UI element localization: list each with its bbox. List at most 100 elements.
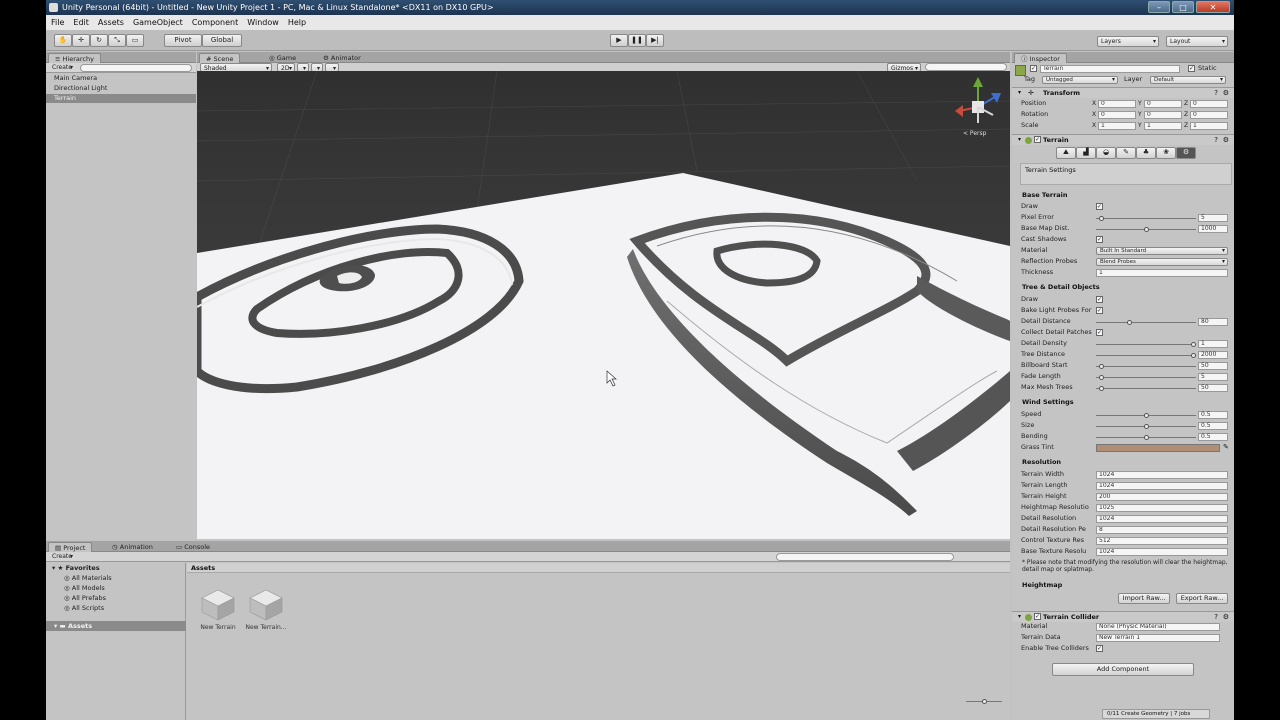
static-checkbox[interactable]: ✓ [1188, 65, 1195, 72]
favorites-header[interactable]: ▾ ★ Favorites [52, 563, 100, 573]
rect-tool-icon[interactable]: ▭ [126, 34, 144, 47]
asset-new-terrain[interactable]: New Terrain [196, 586, 240, 631]
position-x-field[interactable]: 0 [1098, 100, 1136, 108]
draw-checkbox[interactable]: ✓ [1096, 203, 1103, 210]
bending-value-field[interactable]: 0.5 [1198, 433, 1228, 441]
layers-dropdown[interactable]: Layers [1097, 36, 1159, 47]
detail-density-slider-knob[interactable] [1191, 342, 1196, 347]
rotation-x-field[interactable]: 0 [1098, 111, 1136, 119]
place-trees-tool-icon[interactable]: ♣ [1136, 147, 1156, 159]
size-slider[interactable] [1096, 424, 1196, 429]
import-raw-button[interactable]: Import Raw... [1118, 593, 1170, 604]
max-mesh-trees-slider-knob[interactable] [1099, 386, 1104, 391]
enable-tree-colliders-checkbox[interactable]: ✓ [1096, 645, 1103, 652]
tab-animation[interactable]: ◷ Animation [106, 542, 159, 552]
thickness-field[interactable]: 1 [1096, 269, 1228, 277]
tab-game[interactable]: ◎ Game [263, 53, 302, 63]
grass-tint-eyedropper-icon[interactable]: ✎ [1223, 443, 1229, 451]
pixel-error-slider-knob[interactable] [1099, 216, 1104, 221]
control-texture-res-field[interactable]: 512 [1096, 537, 1228, 545]
billboard-start-slider[interactable] [1096, 364, 1196, 369]
rotation-z-field[interactable]: 0 [1190, 111, 1228, 119]
global-toggle[interactable]: Global [202, 34, 242, 47]
cast-shadows-checkbox[interactable]: ✓ [1096, 236, 1103, 243]
base-map-dist-value-field[interactable]: 1000 [1198, 225, 1228, 233]
terrain-data-field[interactable]: New Terrain 1 [1096, 634, 1220, 642]
collect-detail-patches-checkbox[interactable]: ✓ [1096, 329, 1103, 336]
rotate-tool-icon[interactable]: ↻ [90, 34, 108, 47]
smooth-height-tool-icon[interactable]: ◒ [1096, 147, 1116, 159]
asset-new-terrain-2[interactable]: New Terrain... [244, 586, 288, 631]
step-button[interactable]: ▶| [646, 34, 664, 47]
fade-length-slider-knob[interactable] [1099, 375, 1104, 380]
menu-file[interactable]: File [51, 18, 64, 27]
menu-help[interactable]: Help [288, 18, 306, 27]
assets-folder-selected[interactable]: ▾ ▬ Assets [46, 621, 186, 631]
help-icon[interactable]: ? [1214, 613, 1218, 621]
scene-search-input[interactable] [925, 63, 1007, 71]
persp-label[interactable]: < Persp [963, 130, 987, 137]
move-tool-icon[interactable]: ✛ [72, 34, 90, 47]
hand-tool-icon[interactable]: ✋ [54, 34, 72, 47]
pause-button[interactable]: ❚❚ [628, 34, 646, 47]
size-slider-knob[interactable] [1144, 424, 1149, 429]
paint-texture-tool-icon[interactable]: ✎ [1116, 147, 1136, 159]
project-search-input[interactable] [776, 553, 954, 561]
billboard-start-value-field[interactable]: 50 [1198, 362, 1228, 370]
object-name-field[interactable]: Terrain [1040, 65, 1180, 73]
favorite-all-models[interactable]: ◎ All Models [64, 583, 105, 593]
hierarchy-item-terrain[interactable]: Terrain [54, 94, 76, 103]
tab-scene[interactable]: # Scene [199, 53, 241, 63]
tab-animator[interactable]: ⚙ Animator [317, 53, 367, 63]
speed-value-field[interactable]: 0.5 [1198, 411, 1228, 419]
pivot-toggle[interactable]: Pivot [164, 34, 202, 47]
favorite-all-scripts[interactable]: ◎ All Scripts [64, 603, 104, 613]
menu-component[interactable]: Component [192, 18, 238, 27]
terrain-settings-tool-icon[interactable]: ⚙ [1176, 147, 1196, 159]
menu-assets[interactable]: Assets [98, 18, 124, 27]
menu-gameobject[interactable]: GameObject [133, 18, 183, 27]
menu-edit[interactable]: Edit [73, 18, 89, 27]
scale-z-field[interactable]: 1 [1190, 122, 1228, 130]
terrain-collider-enabled-checkbox[interactable]: ✓ [1034, 613, 1041, 620]
scale-y-field[interactable]: 1 [1144, 122, 1182, 130]
menu-window[interactable]: Window [247, 18, 279, 27]
layer-dropdown[interactable]: Default [1150, 76, 1226, 84]
transform-header[interactable]: ▾ ✛ Transform ? ⚙ [1012, 87, 1234, 98]
help-icon[interactable]: ? [1214, 89, 1218, 97]
scale-x-field[interactable]: 1 [1098, 122, 1136, 130]
rotation-y-field[interactable]: 0 [1144, 111, 1182, 119]
grass-tint-color-swatch[interactable] [1096, 444, 1220, 452]
bake-light-probes-for-checkbox[interactable]: ✓ [1096, 307, 1103, 314]
tree-distance-value-field[interactable]: 2000 [1198, 351, 1228, 359]
tag-dropdown[interactable]: Untagged [1042, 76, 1118, 84]
hierarchy-create-dropdown[interactable]: Create [49, 63, 75, 72]
position-y-field[interactable]: 0 [1144, 100, 1182, 108]
minimize-button[interactable]: – [1148, 1, 1170, 13]
hierarchy-item-main-camera[interactable]: Main Camera [54, 74, 97, 83]
size-value-field[interactable]: 0.5 [1198, 422, 1228, 430]
breadcrumb-label[interactable]: Assets [191, 564, 215, 572]
tree-distance-slider-knob[interactable] [1191, 353, 1196, 358]
max-mesh-trees-value-field[interactable]: 50 [1198, 384, 1228, 392]
add-component-button[interactable]: Add Component [1052, 663, 1194, 676]
detail-distance-slider[interactable] [1096, 320, 1196, 325]
raise-terrain-tool-icon[interactable]: ⛰ [1056, 147, 1076, 159]
terrain-height-field[interactable]: 200 [1096, 493, 1228, 501]
billboard-start-slider-knob[interactable] [1099, 364, 1104, 369]
play-button[interactable]: ▶ [610, 34, 628, 47]
reflection-probes-dropdown[interactable]: Blend Probes [1096, 258, 1228, 266]
detail-density-value-field[interactable]: 1 [1198, 340, 1228, 348]
project-create-dropdown[interactable]: Create [49, 552, 75, 561]
terrain-component-header[interactable]: ▾ ✓ Terrain ? ⚙ [1012, 134, 1234, 145]
detail-distance-slider-knob[interactable] [1127, 320, 1132, 325]
heightmap-resolutio-field[interactable]: 1025 [1096, 504, 1228, 512]
maximize-button[interactable]: □ [1172, 1, 1194, 13]
draw-checkbox[interactable]: ✓ [1096, 296, 1103, 303]
tab-project[interactable]: ▤ Project [48, 542, 93, 552]
close-button[interactable]: ✕ [1196, 1, 1230, 13]
hierarchy-item-directional-light[interactable]: Directional Light [54, 84, 107, 93]
paint-details-tool-icon[interactable]: ❀ [1156, 147, 1176, 159]
base-texture-resolu-field[interactable]: 1024 [1096, 548, 1228, 556]
detail-resolution-pe-field[interactable]: 8 [1096, 526, 1228, 534]
